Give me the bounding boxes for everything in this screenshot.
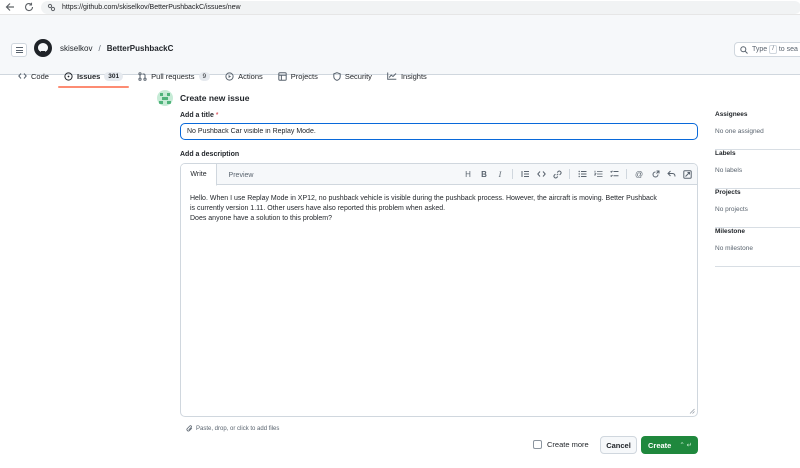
quote-icon[interactable] — [519, 168, 531, 180]
tab-actions-label: Actions — [238, 71, 263, 81]
toolbar-divider — [512, 169, 513, 179]
labels-heading: Labels — [715, 150, 736, 157]
menu-button[interactable] — [11, 43, 27, 57]
search-icon — [740, 45, 748, 54]
toolbar-divider — [569, 169, 570, 179]
tab-code[interactable]: Code — [12, 66, 55, 86]
page-title: Create new issue — [180, 93, 250, 103]
site-info-icon[interactable] — [47, 3, 56, 12]
projects-heading: Projects — [715, 189, 741, 196]
projects-value: No projects — [715, 206, 748, 213]
issue-title-input[interactable] — [180, 123, 698, 140]
pull-requests-counter: 9 — [198, 71, 211, 81]
editor-header: Write Preview H B I @ — [181, 164, 697, 186]
attach-files-label: Paste, drop, or click to add files — [196, 425, 280, 432]
title-label-text: Add a title — [180, 112, 214, 119]
pull-request-icon — [138, 71, 147, 81]
labels-value: No labels — [715, 167, 743, 174]
address-bar[interactable]: https://github.com/skiselkov/BetterPushb… — [41, 1, 800, 14]
tab-security-label: Security — [344, 71, 372, 81]
create-hotkey: ⌃ ↵ — [679, 442, 693, 449]
issues-counter: 301 — [104, 71, 124, 81]
tab-write[interactable]: Write — [181, 164, 217, 186]
tab-projects-label: Projects — [290, 71, 318, 81]
breadcrumb-separator: / — [98, 44, 101, 53]
tab-issues[interactable]: Issues 301 — [57, 66, 130, 88]
tab-actions[interactable]: Actions — [219, 66, 269, 86]
create-more-label: Create more — [547, 440, 589, 449]
table-icon — [278, 71, 287, 81]
description-textarea[interactable]: Hello. When I use Replay Mode in XP12, n… — [190, 194, 690, 224]
unordered-list-icon[interactable] — [576, 168, 588, 180]
task-list-icon[interactable] — [608, 168, 620, 180]
heading-icon[interactable]: H — [462, 168, 474, 180]
search-placeholder-suffix: to sea — [778, 46, 798, 53]
create-button-label: Create — [648, 440, 672, 450]
search-placeholder-prefix: Type — [752, 46, 768, 53]
cancel-button[interactable]: Cancel — [600, 436, 637, 454]
title-label: Add a title * — [180, 112, 219, 119]
fullscreen-icon[interactable] — [681, 168, 693, 180]
ordered-list-icon[interactable] — [592, 168, 604, 180]
breadcrumb: skiselkov / BetterPushbackC — [60, 44, 173, 53]
required-mark: * — [215, 112, 219, 119]
issue-sidebar: Assignees No one assigned Labels No labe… — [715, 111, 800, 267]
toolbar-divider — [626, 169, 627, 179]
projects-section[interactable]: Projects No projects — [715, 189, 800, 228]
tab-pull-requests-label: Pull requests — [151, 71, 195, 81]
url-text: https://github.com/skiselkov/BetterPushb… — [62, 4, 241, 11]
repo-header: skiselkov / BetterPushbackC Type / to se… — [0, 15, 800, 88]
repo-nav: Code Issues 301 Pull requests 9 Actions … — [0, 66, 800, 88]
resize-handle-icon[interactable] — [689, 408, 695, 414]
assignees-value: No one assigned — [715, 128, 764, 135]
tab-security[interactable]: Security — [327, 66, 378, 86]
reply-icon[interactable] — [665, 168, 677, 180]
reload-icon[interactable] — [22, 0, 36, 14]
milestone-section[interactable]: Milestone No milestone — [715, 228, 800, 267]
browser-toolbar: https://github.com/skiselkov/BetterPushb… — [0, 0, 800, 15]
tab-code-label: Code — [31, 71, 49, 81]
tab-preview[interactable]: Preview — [225, 164, 257, 186]
repo-name-link[interactable]: BetterPushbackC — [107, 44, 174, 53]
tab-insights-label: Insights — [400, 71, 427, 81]
description-editor: Write Preview H B I @ Hello. When I use … — [180, 163, 698, 417]
issue-opened-icon — [64, 71, 73, 81]
description-label: Add a description — [180, 151, 240, 158]
create-more-checkbox[interactable]: Create more — [533, 440, 589, 449]
link-icon[interactable] — [551, 168, 563, 180]
back-arrow-icon[interactable] — [3, 0, 17, 14]
labels-section[interactable]: Labels No labels — [715, 150, 800, 189]
paperclip-icon — [186, 425, 193, 432]
bold-icon[interactable]: B — [478, 168, 490, 180]
mention-icon[interactable]: @ — [633, 168, 645, 180]
shield-icon — [333, 71, 341, 81]
avatar — [157, 90, 173, 106]
tab-issues-label: Issues — [76, 71, 101, 81]
italic-icon[interactable]: I — [494, 168, 506, 180]
graph-icon — [387, 72, 397, 80]
tab-pull-requests[interactable]: Pull requests 9 — [132, 66, 216, 86]
milestone-heading: Milestone — [715, 228, 745, 235]
repo-owner-link[interactable]: skiselkov — [60, 44, 92, 53]
code-icon[interactable] — [535, 168, 547, 180]
cross-reference-icon[interactable] — [649, 168, 661, 180]
milestone-value: No milestone — [715, 245, 753, 252]
search-input[interactable]: Type / to sea — [734, 42, 800, 57]
checkbox-box[interactable] — [533, 440, 542, 449]
create-button[interactable]: Create ⌃ ↵ — [641, 436, 698, 454]
code-icon — [18, 72, 27, 80]
tab-insights[interactable]: Insights — [381, 66, 433, 86]
markdown-toolbar: H B I @ — [462, 168, 693, 180]
github-logo-icon[interactable] — [34, 39, 52, 57]
assignees-heading: Assignees — [715, 111, 748, 118]
play-icon — [225, 71, 234, 81]
attach-files-hint[interactable]: Paste, drop, or click to add files — [186, 425, 279, 432]
assignees-section[interactable]: Assignees No one assigned — [715, 111, 800, 150]
tab-projects[interactable]: Projects — [272, 66, 324, 86]
search-shortcut-key: / — [769, 45, 777, 54]
